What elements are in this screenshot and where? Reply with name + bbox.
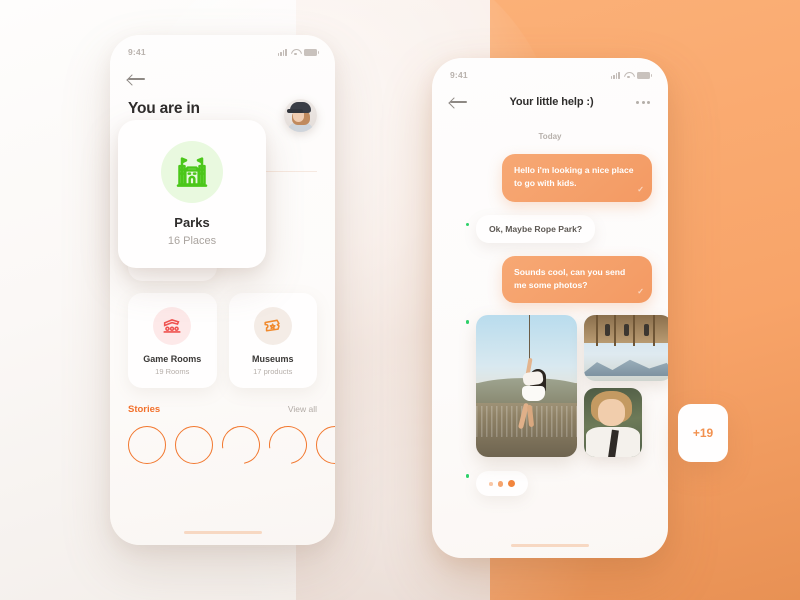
category-card-museums[interactable]: Museums 17 products xyxy=(228,292,317,388)
featured-category-card-parks[interactable]: Parks 16 Places xyxy=(118,120,266,268)
phone-screen-explore: 9:41 You are in Szklarska Poręba Attract… xyxy=(110,35,335,545)
featured-category-name: Parks xyxy=(174,215,210,230)
message-text: Sounds cool, can you send me some photos… xyxy=(514,266,626,290)
stories-list xyxy=(110,415,335,464)
story-avatar-1[interactable] xyxy=(128,425,166,464)
photo-child-face xyxy=(597,399,625,426)
typing-indicator-row xyxy=(448,471,652,497)
contact-avatar[interactable] xyxy=(448,473,470,494)
photo-pole xyxy=(633,315,636,346)
story-ring xyxy=(128,425,166,464)
chat-messages: Hello i'm looking a nice place to go wit… xyxy=(432,154,668,497)
message-text: Hello i'm looking a nice place to go wit… xyxy=(514,165,634,189)
signal-icon xyxy=(277,48,287,56)
photo-figure-skirt xyxy=(522,386,546,402)
status-icons xyxy=(277,48,319,56)
more-photos-badge[interactable]: +19 xyxy=(678,404,728,462)
featured-category-count: 16 Places xyxy=(167,235,217,247)
category-name: Museums xyxy=(251,353,294,364)
story-ring xyxy=(214,418,268,464)
chat-title: Your little help :) xyxy=(509,96,594,108)
message-bubble-outgoing[interactable]: Sounds cool, can you send me some photos… xyxy=(502,255,652,304)
story-ring xyxy=(316,425,335,464)
status-icons xyxy=(610,71,652,79)
back-arrow-icon[interactable] xyxy=(450,96,467,108)
story-avatar-2[interactable] xyxy=(175,425,213,464)
story-avatar-3[interactable] xyxy=(214,418,268,464)
story-ring xyxy=(261,418,315,464)
message-read-tick: ✓ xyxy=(637,185,644,195)
back-arrow-icon[interactable] xyxy=(128,73,145,85)
online-status-dot xyxy=(464,319,470,325)
photo-pole xyxy=(596,315,599,346)
wifi-icon xyxy=(624,72,633,79)
chat-day-label: Today xyxy=(538,132,562,141)
message-row-outgoing: Sounds cool, can you send me some photos… xyxy=(448,255,652,304)
photo-attachment-group xyxy=(448,315,668,458)
contact-avatar[interactable] xyxy=(448,221,470,243)
online-status-dot xyxy=(464,221,470,228)
status-bar: 9:41 xyxy=(110,35,335,57)
stories-header: Stories View all xyxy=(110,388,335,415)
tickets-icon xyxy=(253,306,292,345)
story-ring xyxy=(175,425,213,464)
photo-child-harness[interactable] xyxy=(584,388,642,458)
photo-climber xyxy=(624,324,630,337)
avatar-hat xyxy=(287,102,311,113)
typing-indicator xyxy=(476,471,528,497)
contact-avatar[interactable] xyxy=(448,319,470,340)
battery-icon xyxy=(637,72,652,79)
home-indicator xyxy=(183,530,262,534)
status-bar: 9:41 xyxy=(432,58,668,80)
status-time: 9:41 xyxy=(450,70,468,80)
photo-pole xyxy=(652,315,655,346)
photo-pole xyxy=(613,315,616,346)
wifi-icon xyxy=(291,49,300,56)
photo-climber xyxy=(643,324,649,337)
photo-rope-course[interactable] xyxy=(584,315,668,382)
more-options-icon[interactable] xyxy=(636,100,650,104)
message-bubble-outgoing[interactable]: Hello i'm looking a nice place to go wit… xyxy=(502,154,652,202)
avatar[interactable] xyxy=(284,99,317,132)
online-status-dot xyxy=(464,473,470,479)
shooting-gallery-icon xyxy=(153,306,192,345)
photo-climber xyxy=(605,324,611,337)
category-count: 19 Rooms xyxy=(155,366,190,376)
story-avatar-4[interactable] xyxy=(261,418,315,464)
category-count: 17 products xyxy=(253,366,293,376)
message-read-tick: ✓ xyxy=(637,286,644,296)
signal-icon xyxy=(610,71,620,79)
chat-header: Your little help :) xyxy=(432,80,668,108)
category-name: Game Rooms xyxy=(143,353,202,364)
phone-screen-chat: 9:41 Your little help :) Today Hello i'm… xyxy=(432,58,668,558)
message-row-outgoing: Hello i'm looking a nice place to go wit… xyxy=(448,154,652,202)
home-indicator xyxy=(511,543,589,547)
castle-icon xyxy=(161,141,223,203)
photo-column xyxy=(584,315,668,458)
story-avatar-5[interactable] xyxy=(316,425,335,464)
status-time: 9:41 xyxy=(128,47,146,57)
battery-icon xyxy=(304,49,319,56)
stories-view-all-link[interactable]: View all xyxy=(288,404,317,414)
message-bubble-incoming[interactable]: Ok, Maybe Rope Park? xyxy=(476,214,596,243)
photo-swing-over-city[interactable] xyxy=(476,315,577,458)
page-title-line1: You are in xyxy=(128,100,200,117)
category-card-game-rooms[interactable]: Game Rooms 19 Rooms xyxy=(128,292,217,388)
message-row-incoming: Ok, Maybe Rope Park? xyxy=(448,214,652,243)
stories-title: Stories xyxy=(128,403,161,415)
